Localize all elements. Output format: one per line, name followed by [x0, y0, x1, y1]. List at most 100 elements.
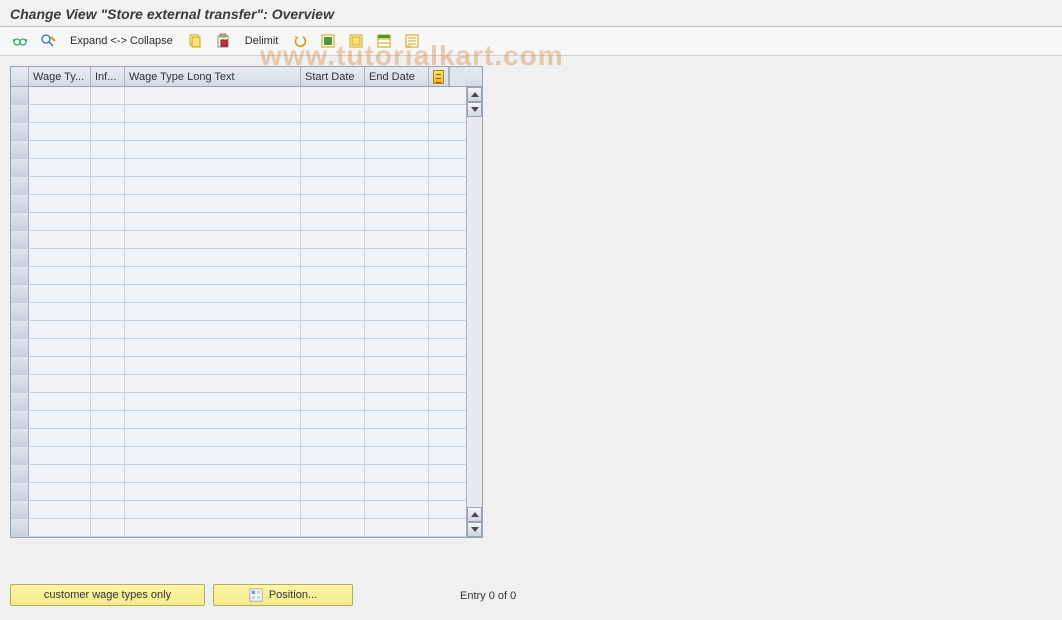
cell-wage-type[interactable] — [29, 87, 91, 104]
cell-wage-type[interactable] — [29, 285, 91, 302]
cell-end-date[interactable] — [365, 483, 429, 500]
cell-end-date[interactable] — [365, 231, 429, 248]
row-selector[interactable] — [11, 141, 29, 158]
deselect-all-icon[interactable] — [344, 31, 368, 51]
scroll-page-up-button[interactable] — [467, 507, 482, 522]
cell-wage-type[interactable] — [29, 249, 91, 266]
cell-info[interactable] — [91, 339, 125, 356]
cell-wage-type[interactable] — [29, 213, 91, 230]
cell-wage-long-text[interactable] — [125, 105, 301, 122]
cell-wage-type[interactable] — [29, 141, 91, 158]
row-selector[interactable] — [11, 501, 29, 518]
row-selector[interactable] — [11, 87, 29, 104]
cell-wage-long-text[interactable] — [125, 447, 301, 464]
cell-info[interactable] — [91, 231, 125, 248]
glasses-icon[interactable] — [8, 31, 32, 51]
table-row[interactable] — [11, 123, 466, 141]
row-selector[interactable] — [11, 213, 29, 230]
row-selector[interactable] — [11, 339, 29, 356]
cell-start-date[interactable] — [301, 105, 365, 122]
cell-wage-type[interactable] — [29, 195, 91, 212]
table-row[interactable] — [11, 357, 466, 375]
cell-wage-long-text[interactable] — [125, 213, 301, 230]
configure-columns-button[interactable] — [429, 67, 449, 86]
cell-wage-type[interactable] — [29, 303, 91, 320]
row-selector[interactable] — [11, 393, 29, 410]
table-row[interactable] — [11, 411, 466, 429]
table-row[interactable] — [11, 393, 466, 411]
cell-start-date[interactable] — [301, 303, 365, 320]
cell-info[interactable] — [91, 321, 125, 338]
row-selector[interactable] — [11, 231, 29, 248]
cell-wage-type[interactable] — [29, 159, 91, 176]
row-selector[interactable] — [11, 177, 29, 194]
cell-end-date[interactable] — [365, 267, 429, 284]
cell-info[interactable] — [91, 429, 125, 446]
delimit-button[interactable]: Delimit — [239, 35, 285, 47]
cell-info[interactable] — [91, 177, 125, 194]
undo-icon[interactable] — [288, 31, 312, 51]
cell-wage-long-text[interactable] — [125, 303, 301, 320]
cell-start-date[interactable] — [301, 465, 365, 482]
table-row[interactable] — [11, 429, 466, 447]
row-selector[interactable] — [11, 411, 29, 428]
cell-wage-long-text[interactable] — [125, 465, 301, 482]
table-row[interactable] — [11, 465, 466, 483]
cell-start-date[interactable] — [301, 285, 365, 302]
cell-end-date[interactable] — [365, 501, 429, 518]
cell-start-date[interactable] — [301, 321, 365, 338]
cell-wage-long-text[interactable] — [125, 231, 301, 248]
row-selector[interactable] — [11, 159, 29, 176]
cell-end-date[interactable] — [365, 141, 429, 158]
customer-wage-types-button[interactable]: customer wage types only — [10, 584, 205, 606]
table-row[interactable] — [11, 483, 466, 501]
cell-wage-long-text[interactable] — [125, 483, 301, 500]
cell-end-date[interactable] — [365, 105, 429, 122]
cell-wage-type[interactable] — [29, 267, 91, 284]
cell-wage-type[interactable] — [29, 501, 91, 518]
cell-wage-long-text[interactable] — [125, 393, 301, 410]
cell-info[interactable] — [91, 195, 125, 212]
table-row[interactable] — [11, 87, 466, 105]
cell-wage-long-text[interactable] — [125, 411, 301, 428]
cell-wage-long-text[interactable] — [125, 249, 301, 266]
cell-start-date[interactable] — [301, 339, 365, 356]
position-button[interactable]: Position... — [213, 584, 353, 606]
table-row[interactable] — [11, 231, 466, 249]
table-row[interactable] — [11, 447, 466, 465]
table-row[interactable] — [11, 321, 466, 339]
cell-wage-long-text[interactable] — [125, 339, 301, 356]
table-row[interactable] — [11, 375, 466, 393]
cell-end-date[interactable] — [365, 177, 429, 194]
cell-wage-type[interactable] — [29, 357, 91, 374]
cell-wage-type[interactable] — [29, 339, 91, 356]
cell-wage-type[interactable] — [29, 447, 91, 464]
row-selector[interactable] — [11, 123, 29, 140]
cell-wage-long-text[interactable] — [125, 123, 301, 140]
cell-info[interactable] — [91, 285, 125, 302]
cell-info[interactable] — [91, 213, 125, 230]
cell-start-date[interactable] — [301, 195, 365, 212]
cell-wage-type[interactable] — [29, 231, 91, 248]
cell-wage-long-text[interactable] — [125, 141, 301, 158]
cell-wage-long-text[interactable] — [125, 501, 301, 518]
table-row[interactable] — [11, 195, 466, 213]
table-row[interactable] — [11, 249, 466, 267]
column-wage-type[interactable]: Wage Ty... — [29, 67, 91, 86]
cell-start-date[interactable] — [301, 267, 365, 284]
cell-start-date[interactable] — [301, 231, 365, 248]
cell-wage-long-text[interactable] — [125, 267, 301, 284]
row-selector[interactable] — [11, 195, 29, 212]
column-info[interactable]: Inf... — [91, 67, 125, 86]
cell-wage-type[interactable] — [29, 411, 91, 428]
cell-wage-long-text[interactable] — [125, 177, 301, 194]
cell-wage-long-text[interactable] — [125, 285, 301, 302]
cell-info[interactable] — [91, 267, 125, 284]
cell-info[interactable] — [91, 303, 125, 320]
cell-start-date[interactable] — [301, 87, 365, 104]
row-selector[interactable] — [11, 105, 29, 122]
cell-wage-long-text[interactable] — [125, 87, 301, 104]
paste-icon[interactable] — [211, 31, 235, 51]
cell-wage-type[interactable] — [29, 393, 91, 410]
table-row[interactable] — [11, 267, 466, 285]
